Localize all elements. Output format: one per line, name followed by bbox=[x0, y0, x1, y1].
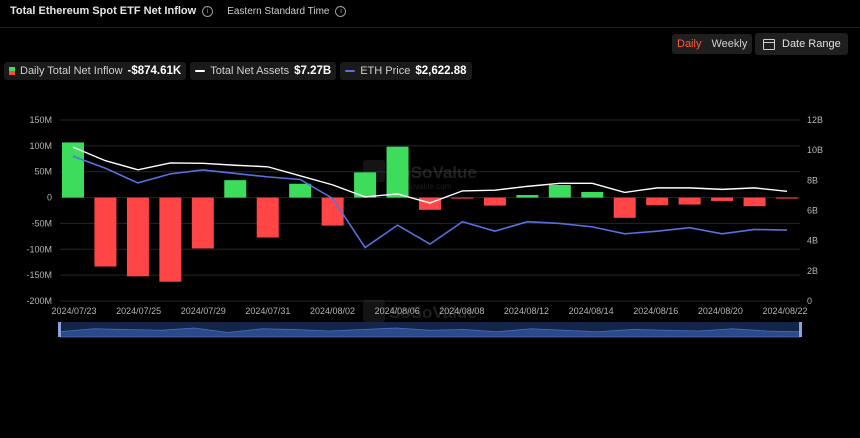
x-tick-label: 2024/08/02 bbox=[310, 306, 355, 316]
x-tick-label: 2024/07/25 bbox=[116, 306, 161, 316]
y-right-tick-label: 10B bbox=[807, 145, 823, 155]
x-tick-label: 2024/08/08 bbox=[439, 306, 484, 316]
inflow-bar[interactable] bbox=[483, 197, 506, 206]
inflow-bar[interactable] bbox=[678, 197, 701, 205]
inflow-bar[interactable] bbox=[126, 197, 149, 277]
y-left-tick-label: 50M bbox=[34, 167, 52, 177]
y-right-tick-label: 2B bbox=[807, 266, 818, 276]
y-left-tick-label: -100M bbox=[26, 244, 52, 254]
inflow-bar[interactable] bbox=[256, 197, 279, 238]
inflow-bar[interactable] bbox=[224, 180, 247, 198]
y-left-tick-label: -50M bbox=[31, 218, 52, 228]
x-tick-label: 2024/07/31 bbox=[245, 306, 290, 316]
x-tick-label: 2024/08/06 bbox=[375, 306, 420, 316]
inflow-bar[interactable] bbox=[548, 185, 571, 198]
x-tick-label: 2024/07/29 bbox=[181, 306, 226, 316]
y-left-tick-label: -200M bbox=[26, 296, 52, 306]
y-right-tick-label: 4B bbox=[807, 236, 818, 246]
inflow-bar[interactable] bbox=[743, 197, 766, 207]
y-right-tick-label: 8B bbox=[807, 175, 818, 185]
y-left-tick-label: 150M bbox=[29, 115, 52, 125]
inflow-bar[interactable] bbox=[159, 197, 182, 282]
inflow-bar[interactable] bbox=[516, 195, 539, 198]
left-axis-ticks: 150M 100M 50M 0 -50M -100M -150M -200M bbox=[26, 115, 52, 306]
range-navigator[interactable] bbox=[58, 322, 802, 338]
x-tick-label: 2024/08/12 bbox=[504, 306, 549, 316]
inflow-bar[interactable] bbox=[321, 197, 344, 226]
watermark-upper: SoSoValue sosovalue.com bbox=[363, 160, 477, 191]
inflow-bar[interactable] bbox=[613, 197, 636, 218]
inflow-bar[interactable] bbox=[646, 197, 669, 206]
y-right-tick-label: 0 bbox=[807, 296, 812, 306]
x-tick-label: 2024/08/20 bbox=[698, 306, 743, 316]
x-tick-label: 2024/08/22 bbox=[762, 306, 807, 316]
inflow-bar[interactable] bbox=[191, 197, 214, 249]
y-left-tick-label: -150M bbox=[26, 270, 52, 280]
right-axis-ticks: 12B 10B 8B 6B 4B 2B 0 bbox=[807, 115, 823, 306]
y-left-tick-label: 0 bbox=[47, 193, 52, 203]
inflow-bar[interactable] bbox=[581, 191, 604, 198]
navigator-left-handle[interactable] bbox=[58, 322, 61, 337]
y-right-tick-label: 12B bbox=[807, 115, 823, 125]
inflow-bar[interactable] bbox=[776, 197, 798, 199]
inflow-bar[interactable] bbox=[711, 197, 734, 201]
y-right-tick-label: 6B bbox=[807, 206, 818, 216]
inflow-bar[interactable] bbox=[386, 146, 409, 198]
inflow-bar[interactable] bbox=[94, 197, 117, 267]
y-left-tick-label: 100M bbox=[29, 141, 52, 151]
x-tick-label: 2024/08/16 bbox=[633, 306, 678, 316]
chart-canvas: SoSoValue sosovalue.com SoSoValue sosova… bbox=[26, 115, 823, 338]
navigator-right-handle[interactable] bbox=[799, 322, 802, 337]
inflow-bar[interactable] bbox=[451, 197, 474, 199]
x-tick-label: 2024/08/14 bbox=[569, 306, 614, 316]
x-tick-label: 2024/07/23 bbox=[51, 306, 96, 316]
inflow-bar[interactable] bbox=[289, 183, 312, 198]
